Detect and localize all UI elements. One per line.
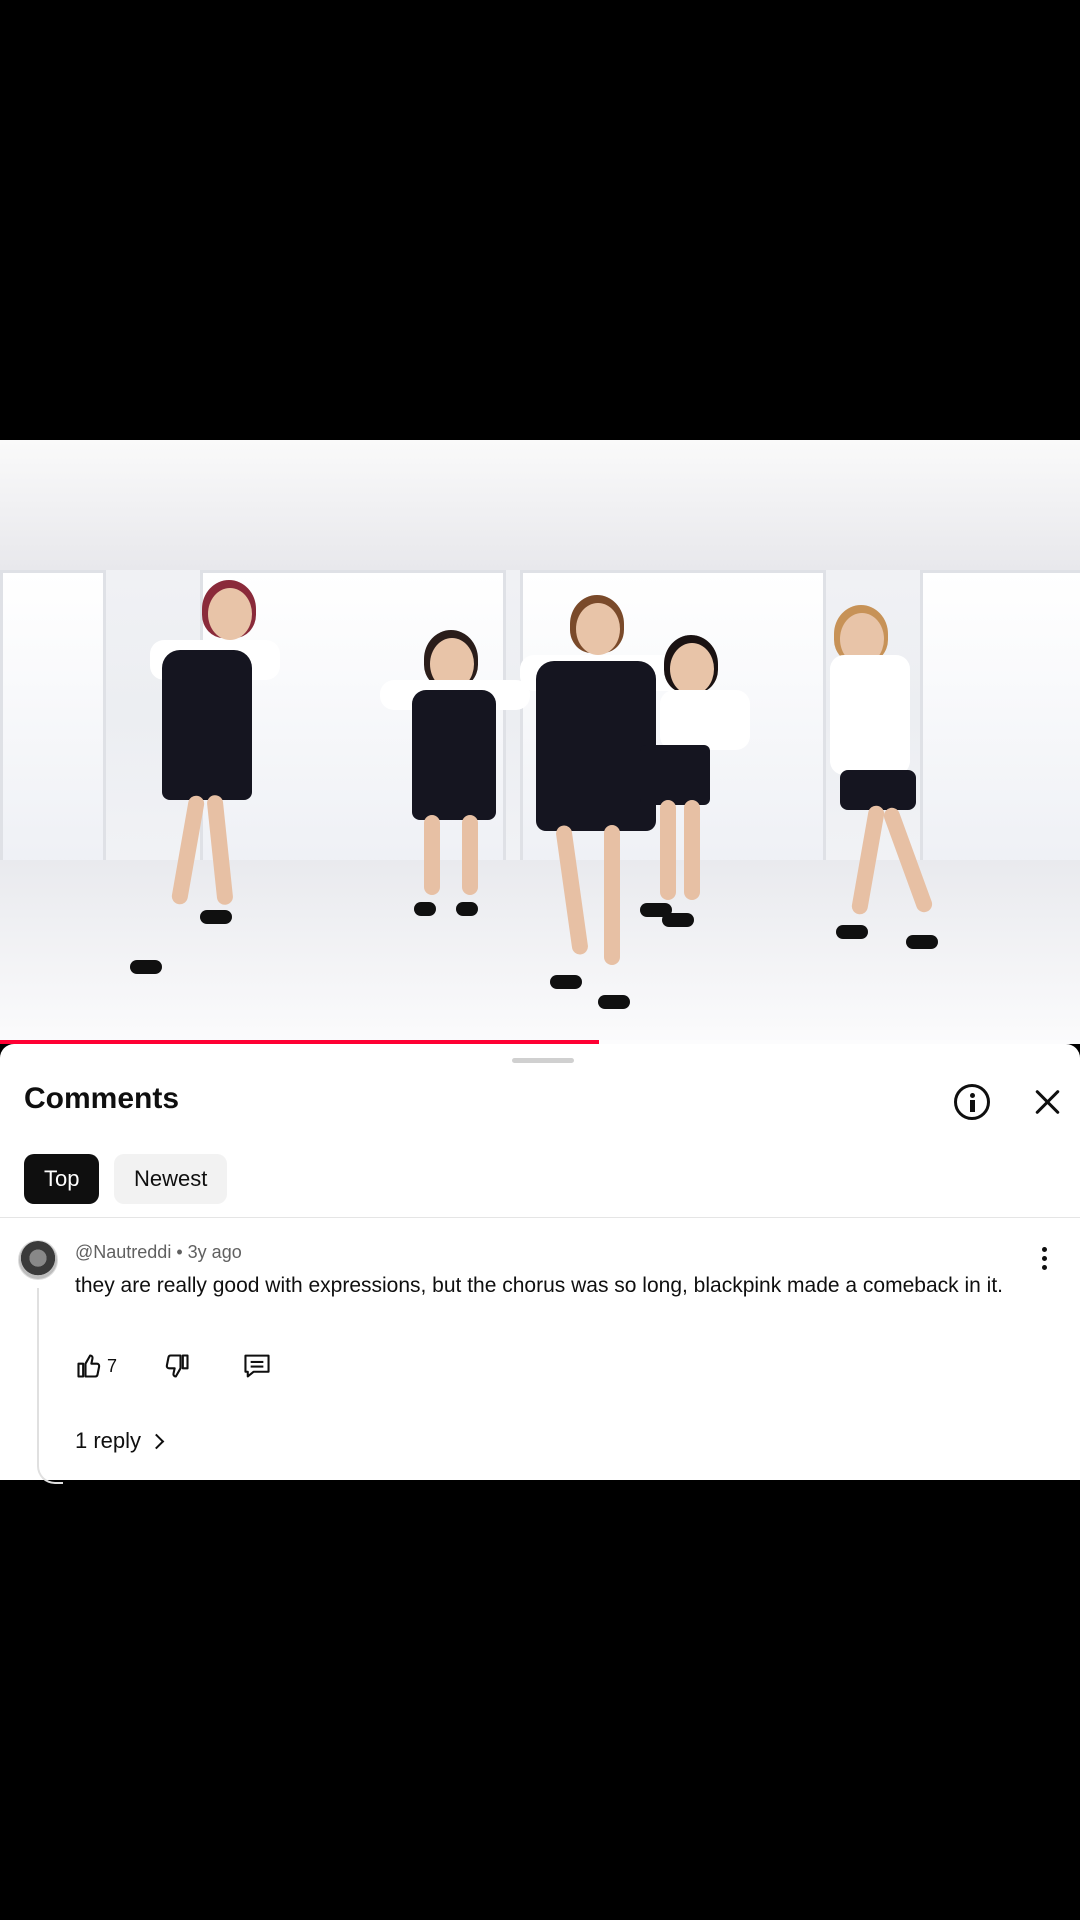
comment-age: 3y ago <box>187 1242 242 1262</box>
reply-thread-line <box>37 1288 63 1484</box>
thumbs-down-icon[interactable] <box>163 1352 191 1380</box>
thumbs-up-icon[interactable] <box>75 1352 103 1380</box>
sort-tab-top[interactable]: Top <box>24 1154 100 1204</box>
replies-label: 1 reply <box>75 1428 142 1453</box>
video-scene-window <box>0 570 106 876</box>
more-vertical-icon[interactable] <box>1040 1247 1048 1273</box>
comment-text: they are really good with expressions, b… <box>75 1274 1003 1297</box>
chevron-right-icon <box>148 1433 165 1449</box>
comments-sheet: Comments Top Newest @Nautreddi • 3y ago … <box>0 1044 1080 1484</box>
info-icon[interactable] <box>954 1084 990 1120</box>
video-scene-ceiling <box>0 440 1080 570</box>
divider <box>0 1217 1080 1218</box>
comment-meta: @Nautreddi • 3y ago <box>75 1242 242 1263</box>
comment-author[interactable]: @Nautreddi <box>75 1242 171 1262</box>
video-player[interactable] <box>0 440 1080 1044</box>
close-icon[interactable] <box>1030 1084 1066 1120</box>
comments-title: Comments <box>24 1082 180 1115</box>
comment-icon[interactable] <box>242 1352 272 1380</box>
drag-handle[interactable] <box>512 1058 574 1063</box>
like-count: 7 <box>107 1356 118 1376</box>
avatar[interactable] <box>18 1240 58 1280</box>
view-replies-link[interactable]: 1 reply <box>75 1428 165 1454</box>
screen: Comments Top Newest @Nautreddi • 3y ago … <box>0 0 1080 1920</box>
sort-tab-newest[interactable]: Newest <box>114 1154 228 1204</box>
video-scene-window <box>920 570 1080 876</box>
meta-separator: • <box>176 1242 183 1262</box>
